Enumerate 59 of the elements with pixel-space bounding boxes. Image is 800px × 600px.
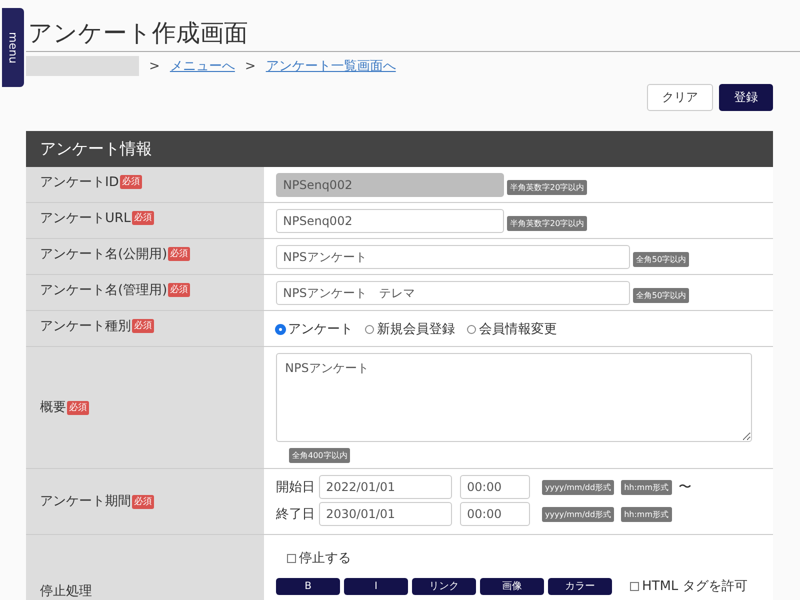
menu-tab[interactable]: menu — [2, 8, 24, 87]
field-label: アンケート名(公開用) — [40, 247, 168, 263]
hint-badge: 全角400字以内 — [289, 448, 350, 463]
editor-toolbar-button[interactable]: B — [276, 578, 340, 594]
required-badge: 必須 — [67, 400, 89, 414]
radio-icon[interactable] — [365, 324, 374, 334]
date-input[interactable]: 2022/01/01 — [319, 475, 452, 499]
field-label: アンケート種別 — [40, 319, 131, 335]
date-input[interactable]: 2030/01/01 — [319, 502, 452, 526]
editor-toolbar-button[interactable]: I — [344, 578, 408, 594]
checkbox-icon[interactable] — [287, 554, 296, 562]
radio-icon[interactable] — [467, 324, 476, 334]
required-badge: 必須 — [132, 494, 154, 508]
editor-toolbar-button[interactable]: リンク — [412, 578, 476, 594]
field-label: アンケートID — [40, 175, 119, 191]
field-label: 停止処理 — [40, 584, 92, 600]
editor-toolbar-button[interactable]: カラー — [548, 578, 612, 594]
field-label: アンケートURL — [40, 211, 131, 227]
stop-checkbox[interactable]: 停止する — [287, 549, 761, 567]
radio-option[interactable]: 会員情報変更 — [467, 320, 557, 338]
field-label: アンケート期間 — [40, 494, 131, 510]
register-button[interactable]: 登録 — [719, 84, 773, 111]
hint-badge: 半角英数字20字以内 — [507, 216, 588, 231]
hint-badge: 全角50字以内 — [633, 288, 690, 303]
required-badge: 必須 — [168, 283, 190, 297]
hint-badge: yyyy/mm/dd形式 — [542, 480, 614, 494]
page-title: アンケート作成画面 — [26, 18, 800, 52]
radio-option[interactable]: 新規会員登録 — [365, 320, 455, 338]
radio-icon[interactable] — [276, 324, 285, 334]
time-input[interactable]: 00:00 — [460, 502, 530, 526]
summary-textarea[interactable]: NPSアンケート — [276, 353, 752, 442]
hint-badge: yyyy/mm/dd形式 — [542, 506, 614, 522]
hint-badge: 半角英数字20字以内 — [507, 180, 588, 195]
hint-badge: 全角50字以内 — [633, 252, 690, 267]
field-label: 概要 — [40, 400, 66, 416]
range-tilde: 〜 — [678, 479, 692, 496]
html-tag-checkbox[interactable]: HTML タグを許可 — [630, 577, 748, 595]
breadcrumb-separator: > — [244, 58, 256, 74]
radio-option[interactable]: アンケート — [276, 320, 353, 338]
date-label: 終了日 — [276, 506, 315, 523]
breadcrumb-separator: > — [149, 58, 160, 74]
panel-header: アンケート情報 — [26, 131, 773, 167]
text-input[interactable]: NPSアンケート — [276, 245, 630, 269]
breadcrumb-link[interactable]: メニューへ — [170, 57, 235, 75]
editor-toolbar-button[interactable]: 画像 — [480, 578, 544, 594]
time-input[interactable]: 00:00 — [460, 475, 530, 499]
breadcrumb-link[interactable]: アンケート一覧画面へ — [266, 57, 396, 75]
required-badge: 必須 — [168, 247, 190, 261]
clear-button[interactable]: クリア — [647, 84, 713, 111]
required-badge: 必須 — [132, 319, 154, 333]
text-input[interactable]: NPSenq002 — [276, 209, 504, 233]
hint-badge: hh:mm形式 — [621, 506, 672, 522]
checkbox-icon[interactable] — [630, 582, 639, 590]
required-badge: 必須 — [132, 211, 154, 225]
field-label: アンケート名(管理用) — [40, 283, 168, 299]
required-badge: 必須 — [120, 175, 142, 189]
text-input[interactable]: NPSアンケート テレマ — [276, 281, 630, 305]
date-label: 開始日 — [276, 479, 315, 496]
hint-badge: hh:mm形式 — [621, 480, 672, 494]
